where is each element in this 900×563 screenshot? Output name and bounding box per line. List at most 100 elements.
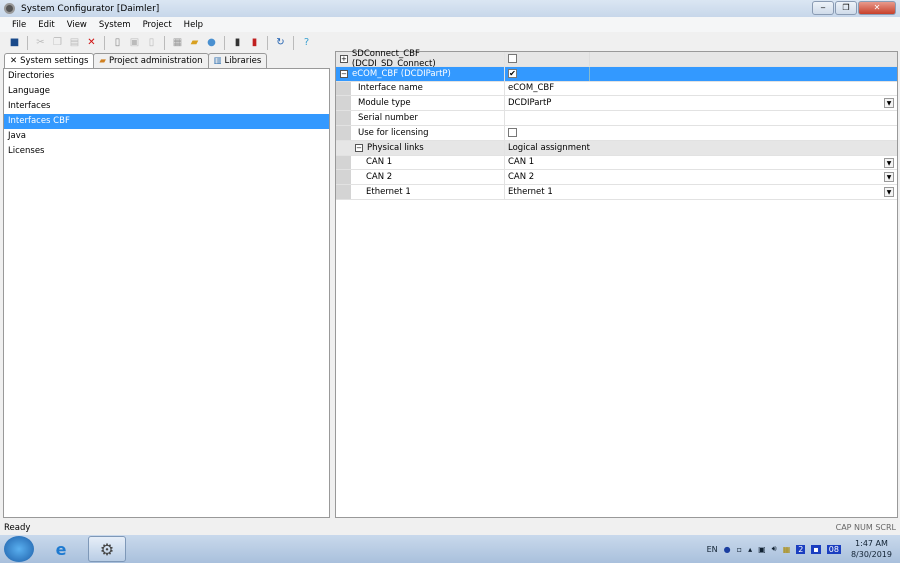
list-item-licenses[interactable]: Licenses [4, 144, 329, 159]
maximize-button[interactable]: ❐ [835, 1, 857, 15]
status-bar: Ready CAP NUM SCRL [0, 520, 900, 535]
chevron-down-icon[interactable]: ▼ [884, 157, 894, 168]
delete-icon[interactable]: ✕ [85, 36, 98, 49]
help-icon[interactable]: ? [300, 36, 313, 49]
link-value: CAN 1 [508, 157, 535, 168]
interface-row-ecom[interactable]: − eCOM_CBF (DCDIPartP) ✔ [336, 66, 897, 82]
key-indicators: CAP NUM SCRL [835, 523, 896, 532]
network-tray-icon[interactable]: ▫ [737, 545, 742, 554]
title-bar: System Configurator [Daimler] ‒ ❐ ✕ [0, 0, 900, 17]
link-assignment-select[interactable]: CAN 1 ▼ [505, 156, 897, 170]
cut-icon[interactable]: ✂ [34, 36, 47, 49]
link-row: CAN 2 CAN 2 ▼ [336, 170, 897, 186]
link-value: Ethernet 1 [508, 187, 553, 198]
system-tray: EN ● ▫ ▴ ▣ 🔊︎ ▦ 2 ▪ 08 1:47 AM 8/30/2019 [707, 535, 892, 563]
save-icon[interactable]: ■ [8, 36, 21, 49]
menu-system[interactable]: System [93, 20, 137, 30]
chevron-down-icon[interactable]: ▼ [884, 98, 894, 109]
link-row: Ethernet 1 Ethernet 1 ▼ [336, 185, 897, 200]
menu-view[interactable]: View [61, 20, 93, 30]
tools-icon: ✕ [10, 56, 18, 66]
link-row: CAN 1 CAN 1 ▼ [336, 155, 897, 171]
tab-label: Project administration [108, 56, 203, 66]
use-for-licensing-checkbox[interactable] [508, 128, 517, 138]
interface-enabled-checkbox[interactable]: ✔ [508, 69, 517, 79]
link-value: CAN 2 [508, 172, 535, 183]
interface-row-sdconnect[interactable]: + SDConnect_CBF (DCDI_SD_Connect) [336, 49, 897, 69]
new-icon[interactable]: ▯ [111, 36, 124, 49]
list-item-directories[interactable]: Directories [4, 69, 329, 84]
link-assignment-select[interactable]: Ethernet 1 ▼ [505, 185, 897, 199]
volume-icon[interactable]: 🔊︎ [772, 544, 777, 554]
tab-label: Libraries [224, 56, 262, 66]
tab-system-settings[interactable]: ✕ System settings [4, 53, 95, 68]
collapse-icon[interactable]: − [355, 143, 363, 152]
chevron-down-icon[interactable]: ▼ [884, 187, 894, 198]
internet-explorer-icon[interactable]: e [42, 536, 80, 562]
app-gear-icon [4, 3, 15, 14]
collapse-icon[interactable]: − [340, 69, 348, 78]
logical-assignment-header: Logical assignment [508, 142, 590, 153]
property-row: Interface name eCOM_CBF [336, 81, 897, 97]
property-label: Module type [358, 98, 411, 109]
list-item-language[interactable]: Language [4, 84, 329, 99]
tab-label: System settings [20, 56, 89, 66]
minimize-button[interactable]: ‒ [812, 1, 834, 15]
window-title: System Configurator [Daimler] [21, 3, 160, 14]
list-item-interfaces-cbf[interactable]: Interfaces CBF [4, 114, 329, 129]
project-icon[interactable]: ▰ [188, 36, 201, 49]
books-icon: ▥ [213, 56, 222, 66]
serial-number-field[interactable] [505, 111, 897, 125]
menu-bar: File Edit View System Project Help [0, 17, 900, 32]
help-tray-icon[interactable]: ● [724, 545, 731, 554]
settings-icon[interactable]: ▦ [171, 36, 184, 49]
expand-icon[interactable]: + [340, 54, 348, 63]
device-tray-icon[interactable]: ▣ [758, 545, 766, 554]
taskbar: e ⚙ EN ● ▫ ▴ ▣ 🔊︎ ▦ 2 ▪ 08 1:47 AM 8/30/… [0, 535, 900, 563]
physical-links-header[interactable]: − Physical links Logical assignment [336, 140, 897, 156]
menu-edit[interactable]: Edit [32, 20, 60, 30]
paste-icon[interactable]: ▤ [68, 36, 81, 49]
network-warning-icon[interactable]: ▦ [783, 545, 791, 554]
tab-project-administration[interactable]: ▰ Project administration [93, 53, 209, 68]
start-button[interactable] [4, 536, 34, 562]
interface-name-field[interactable]: eCOM_CBF [505, 82, 897, 96]
system-configurator-taskbar-icon[interactable]: ⚙ [88, 536, 126, 562]
settings-list: Directories Language Interfaces Interfac… [3, 68, 330, 518]
export-icon[interactable]: ▯ [145, 36, 158, 49]
interface-label: eCOM_CBF (DCDIPartP) [352, 68, 451, 79]
clock[interactable]: 1:47 AM 8/30/2019 [851, 538, 892, 560]
menu-file[interactable]: File [6, 20, 32, 30]
property-label: Interface name [358, 83, 423, 94]
menu-project[interactable]: Project [137, 20, 178, 30]
module-type-select[interactable]: DCDIPartP ▼ [505, 96, 897, 110]
app-tray-icon[interactable]: 2 [796, 544, 806, 554]
save-as-icon[interactable]: ▣ [128, 36, 141, 49]
link-label: Ethernet 1 [366, 187, 411, 198]
menu-help[interactable]: Help [178, 20, 209, 30]
book-icon[interactable]: ▮ [231, 36, 244, 49]
property-label: Use for licensing [358, 127, 429, 138]
remove-icon[interactable]: ▮ [248, 36, 261, 49]
show-hidden-icons-icon[interactable]: ▴ [748, 545, 752, 554]
refresh-icon[interactable]: ↻ [274, 36, 287, 49]
copy-icon[interactable]: ❐ [51, 36, 64, 49]
printer-tray-icon[interactable]: ▪ [811, 544, 821, 554]
briefcase-icon: ▰ [99, 56, 106, 66]
tab-bar: ✕ System settings ▰ Project administration… [4, 53, 268, 68]
close-button[interactable]: ✕ [858, 1, 896, 15]
link-assignment-select[interactable]: CAN 2 ▼ [505, 170, 897, 184]
install-icon[interactable]: ● [205, 36, 218, 49]
chevron-down-icon[interactable]: ▼ [884, 172, 894, 183]
list-item-interfaces[interactable]: Interfaces [4, 99, 329, 114]
list-item-java[interactable]: Java [4, 129, 329, 144]
property-grid: + SDConnect_CBF (DCDI_SD_Connect) − eCOM_C… [335, 49, 898, 518]
language-indicator[interactable]: EN [707, 545, 718, 554]
tab-libraries[interactable]: ▥ Libraries [207, 53, 268, 68]
link-label: CAN 2 [366, 172, 393, 183]
numeric-tray-icon[interactable]: 08 [826, 544, 841, 554]
property-row: Use for licensing [336, 125, 897, 141]
property-label: Serial number [358, 113, 418, 124]
status-text: Ready [4, 522, 31, 533]
interface-enabled-checkbox[interactable] [508, 54, 517, 64]
